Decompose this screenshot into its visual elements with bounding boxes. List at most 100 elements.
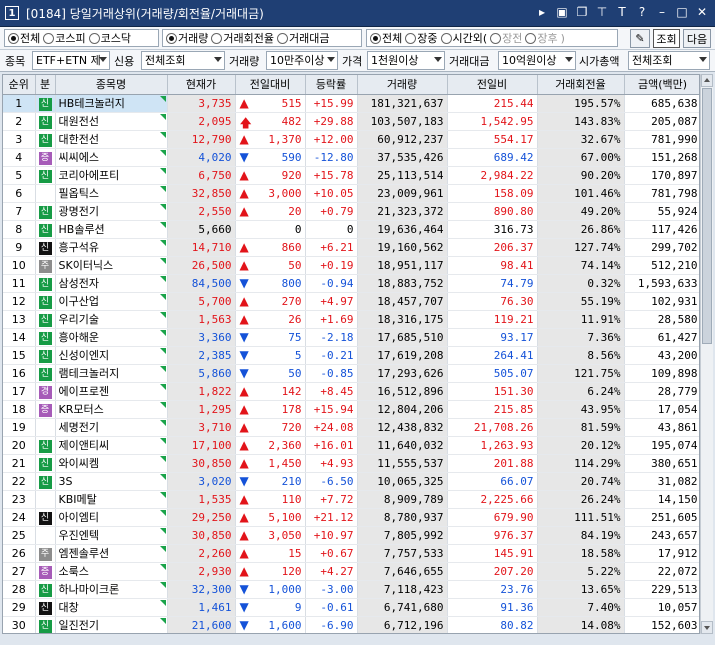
table-row[interactable]: 20 신 제이앤티씨 17,100 ▲ 2,360 +16.01 11,640,032 1,26… bbox=[3, 436, 699, 455]
table-row[interactable]: 11 신 삼성전자 84,500 ▼ 800 -0.94 18,883,752 74.79 0.3… bbox=[3, 274, 699, 293]
table-row[interactable]: 14 신 흥아해운 3,360 ▼ 75 -2.18 17,685,510 93.17 7.36%… bbox=[3, 328, 699, 347]
table-row[interactable]: 2 신 대원전선 2,095 🡅 482 +29.88 103,507,183 1,542.95… bbox=[3, 112, 699, 131]
table-row[interactable]: 17 경 에이프로젠 1,822 ▲ 142 +8.45 16,512,896 151.30 6.… bbox=[3, 382, 699, 401]
m-icon[interactable]: ▣ bbox=[555, 5, 569, 19]
scroll-up-icon[interactable] bbox=[701, 74, 713, 87]
table-row[interactable]: 19 세명전기 3,710 ▲ 720 +24.08 12,438,832 21,708.26… bbox=[3, 418, 699, 437]
session-radio-pre[interactable]: 장전 bbox=[490, 30, 522, 46]
sort-radio-turnover[interactable]: 거래회전율 bbox=[211, 30, 274, 46]
query-button[interactable]: 조회 bbox=[653, 29, 680, 48]
minimize-icon[interactable]: – bbox=[655, 5, 669, 19]
stock-name-cell[interactable]: 에이프로젠 bbox=[55, 382, 168, 401]
stock-name-cell[interactable]: 삼성전자 bbox=[55, 274, 168, 293]
stock-name-cell[interactable]: 씨씨에스 bbox=[55, 148, 168, 167]
stock-name-cell[interactable]: 광명전기 bbox=[55, 202, 168, 221]
table-row[interactable]: 10 주 SK이터닉스 26,500 ▲ 50 +0.19 18,951,117 98.41 74… bbox=[3, 256, 699, 275]
table-row[interactable]: 13 신 우리기술 1,563 ▲ 26 +1.69 18,316,175 119.21 11.9… bbox=[3, 310, 699, 329]
stock-name-cell[interactable]: 신성이엔지 bbox=[55, 346, 168, 365]
table-row[interactable]: 12 신 이구산업 5,700 ▲ 270 +4.97 18,457,707 76.30 55.1… bbox=[3, 292, 699, 311]
stock-name-cell[interactable]: 3S bbox=[55, 472, 168, 491]
table-row[interactable]: 27 증 소룩스 2,930 ▲ 120 +4.27 7,646,655 207.20 5.22%… bbox=[3, 562, 699, 581]
stock-name-cell[interactable]: 소룩스 bbox=[55, 562, 168, 581]
volume-combo[interactable]: 10만주이상 bbox=[266, 51, 338, 70]
close-icon[interactable]: ✕ bbox=[695, 5, 709, 19]
col-volume[interactable]: 거래량 bbox=[357, 75, 448, 95]
table-row[interactable]: 4 증 씨씨에스 4,020 ▼ 590 -12.80 37,535,426 689.42 67.… bbox=[3, 148, 699, 167]
col-price[interactable]: 현재가 bbox=[167, 75, 236, 95]
session-radio-post[interactable]: 장후 bbox=[525, 30, 558, 46]
col-amount[interactable]: 금액(백만) bbox=[624, 75, 699, 95]
table-row[interactable]: 18 증 KR모터스 1,295 ▲ 178 +15.94 12,804,206 215.85 4… bbox=[3, 400, 699, 419]
market-radio-kosdaq[interactable]: 코스닥 bbox=[88, 30, 131, 46]
stock-name-cell[interactable]: 제이앤티씨 bbox=[55, 436, 168, 455]
vertical-scrollbar[interactable] bbox=[700, 74, 713, 634]
price-combo[interactable]: 1천원이상 bbox=[367, 51, 445, 70]
settings-button[interactable]: ✎ bbox=[630, 29, 650, 48]
next-button[interactable]: 다음 bbox=[683, 29, 711, 48]
stock-name-cell[interactable]: 대한전선 bbox=[55, 130, 168, 149]
session-radio-afterhours[interactable]: 시간외( bbox=[440, 30, 487, 46]
table-row[interactable]: 29 신 대창 1,461 ▼ 9 -0.61 6,741,680 91.36 7.40% 10,0… bbox=[3, 598, 699, 617]
col-prev-ratio[interactable]: 전일비 bbox=[447, 75, 538, 95]
col-turnover[interactable]: 거래회전율 bbox=[537, 75, 625, 95]
stock-name-cell[interactable]: 우리기술 bbox=[55, 310, 168, 329]
mktcap-combo[interactable]: 전체조회 bbox=[628, 51, 710, 70]
table-row[interactable]: 5 신 코리아에프티 6,750 ▲ 920 +15.78 25,113,514 2,984.2… bbox=[3, 166, 699, 185]
table-row[interactable]: 1 신 HB테크놀러지 3,735 ▲ 515 +15.99 181,321,637 215.4… bbox=[3, 94, 699, 113]
table-row[interactable]: 22 신 3S 3,020 ▼ 210 -6.50 10,065,325 66.07 20.74%… bbox=[3, 472, 699, 491]
stock-name-cell[interactable]: 이구산업 bbox=[55, 292, 168, 311]
table-row[interactable]: 7 신 광명전기 2,550 ▲ 20 +0.79 21,323,372 890.80 49.20… bbox=[3, 202, 699, 221]
stock-name-cell[interactable]: 대원전선 bbox=[55, 112, 168, 131]
credit-combo[interactable]: 전체조회 bbox=[141, 51, 225, 70]
session-radio-all[interactable]: 전체 bbox=[370, 30, 402, 46]
table-row[interactable]: 15 신 신성이엔지 2,385 ▼ 5 -0.21 17,619,208 264.41 8.56… bbox=[3, 346, 699, 365]
table-row[interactable]: 24 신 아이엠티 29,250 ▲ 5,100 +21.12 8,780,937 679.90… bbox=[3, 508, 699, 527]
table-row[interactable]: 26 주 엠젠솔루션 2,260 ▲ 15 +0.67 7,757,533 145.91 18.5… bbox=[3, 544, 699, 563]
stock-name-cell[interactable]: 필옵틱스 bbox=[55, 184, 168, 203]
col-name[interactable]: 종목명 bbox=[55, 75, 168, 95]
stock-name-cell[interactable]: 코리아에프티 bbox=[55, 166, 168, 185]
market-radio-all[interactable]: 전체 bbox=[8, 30, 40, 46]
maximize-icon[interactable]: □ bbox=[675, 5, 689, 19]
sort-radio-volume[interactable]: 거래량 bbox=[166, 30, 208, 46]
stock-name-cell[interactable]: 일진전기 bbox=[55, 616, 168, 633]
stock-name-cell[interactable]: KBI메탈 bbox=[55, 490, 168, 509]
stock-name-cell[interactable]: SK이터닉스 bbox=[55, 256, 168, 275]
table-row[interactable]: 21 신 와이씨켐 30,850 ▲ 1,450 +4.93 11,555,537 201.88… bbox=[3, 454, 699, 473]
scroll-thumb[interactable] bbox=[702, 88, 712, 344]
table-row[interactable]: 8 신 HB솔루션 5,660 0 0 19,636,464 316.73 26.86% 117,… bbox=[3, 220, 699, 239]
help-icon[interactable]: ? bbox=[635, 5, 649, 19]
table-row[interactable]: 16 신 램테크놀러지 5,860 ▼ 50 -0.85 17,293,626 505.07 12… bbox=[3, 364, 699, 383]
stock-name-cell[interactable]: KR모터스 bbox=[55, 400, 168, 419]
market-radio-kospi[interactable]: 코스피 bbox=[43, 30, 86, 46]
table-row[interactable]: 6 필옵틱스 32,850 ▲ 3,000 +10.05 23,009,961 158.09 1… bbox=[3, 184, 699, 203]
table-row[interactable]: 28 신 하나마이크론 32,300 ▼ 1,000 -3.00 7,118,423 23.76… bbox=[3, 580, 699, 599]
stock-name-cell[interactable]: 대창 bbox=[55, 598, 168, 617]
stock-name-cell[interactable]: 흥아해운 bbox=[55, 328, 168, 347]
stock-name-cell[interactable]: 세명전기 bbox=[55, 418, 168, 437]
sort-radio-amount[interactable]: 거래대금 bbox=[276, 30, 329, 46]
stock-name-cell[interactable]: 아이엠티 bbox=[55, 508, 168, 527]
col-category[interactable]: 분 bbox=[35, 75, 56, 95]
stock-name-cell[interactable]: 하나마이크론 bbox=[55, 580, 168, 599]
scroll-down-icon[interactable] bbox=[701, 621, 713, 634]
amount-combo[interactable]: 10억원이상 bbox=[498, 51, 576, 70]
stock-name-cell[interactable]: 와이씨켐 bbox=[55, 454, 168, 473]
table-row[interactable]: 9 신 흥구석유 14,710 ▲ 860 +6.21 19,160,562 206.37 127… bbox=[3, 238, 699, 257]
session-radio-regular[interactable]: 장중 bbox=[405, 30, 438, 46]
table-row[interactable]: 25 우진엔텍 30,850 ▲ 3,050 +10.97 7,805,992 976.37 8… bbox=[3, 526, 699, 545]
stock-name-cell[interactable]: HB테크놀러지 bbox=[55, 94, 168, 113]
font-size-icon[interactable]: T bbox=[615, 5, 629, 19]
table-row[interactable]: 23 KBI메탈 1,535 ▲ 110 +7.72 8,909,789 2,225.66 26… bbox=[3, 490, 699, 509]
stock-name-cell[interactable]: 우진엔텍 bbox=[55, 526, 168, 545]
col-rank[interactable]: 순위 bbox=[3, 75, 36, 95]
col-rate[interactable]: 등락률 bbox=[305, 75, 358, 95]
stock-name-cell[interactable]: 엠젠솔루션 bbox=[55, 544, 168, 563]
table-row[interactable]: 3 신 대한전선 12,790 ▲ 1,370 +12.00 60,912,237 554.17… bbox=[3, 130, 699, 149]
ranking-table[interactable]: 순위 분 종목명 현재가 전일대비 등락률 거래량 전일비 거래회전율 금액(백… bbox=[2, 74, 700, 634]
stock-name-cell[interactable]: 흥구석유 bbox=[55, 238, 168, 257]
col-change[interactable]: 전일대비 bbox=[235, 75, 306, 95]
item-combo[interactable]: ETF+ETN 제 bbox=[32, 51, 110, 70]
pin-icon[interactable]: ⊤ bbox=[595, 5, 609, 19]
table-row[interactable]: 30 신 일진전기 21,600 ▼ 1,600 -6.90 6,712,196 80.82 14… bbox=[3, 616, 699, 633]
